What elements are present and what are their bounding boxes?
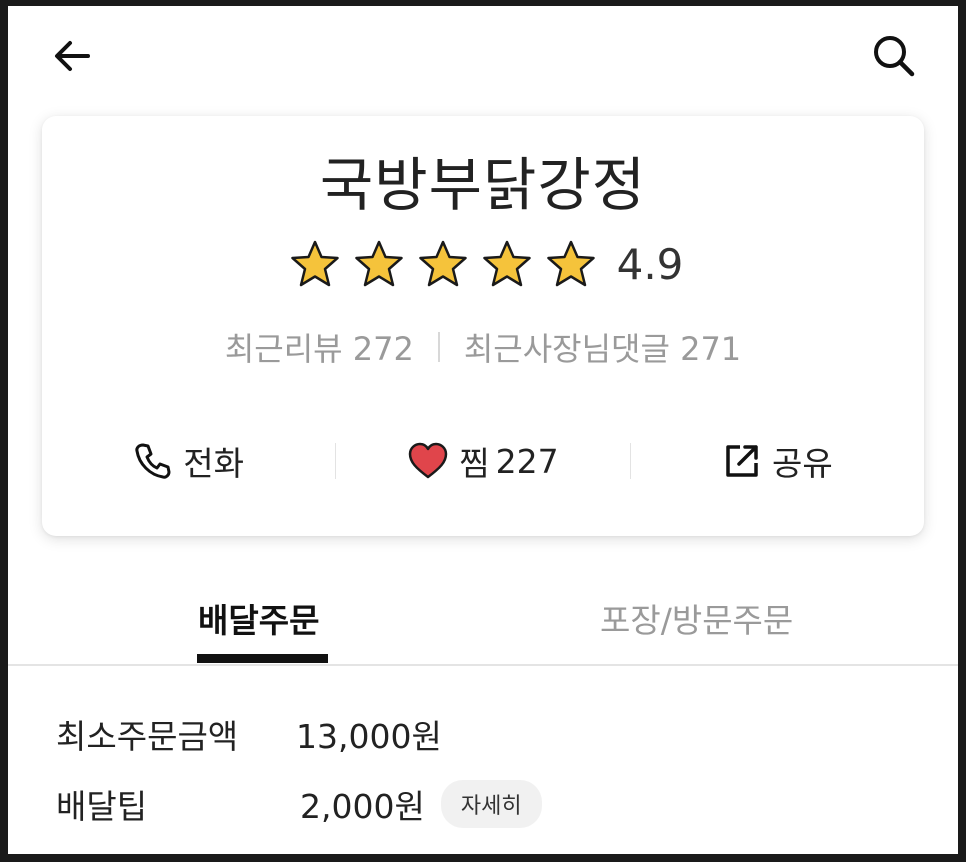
- share-label: 공유: [771, 444, 833, 483]
- tab-pickup[interactable]: 포장/방문주문: [600, 594, 793, 642]
- star-icon: [482, 240, 531, 287]
- star-icon: [546, 240, 595, 287]
- star-icon: [418, 240, 467, 287]
- like-label: 찜: [459, 444, 490, 483]
- delivery-tip-row: 배달팁 2,000원 자세히: [56, 780, 542, 828]
- top-bar: [8, 6, 958, 106]
- delivery-tip-label: 배달팁: [56, 787, 148, 826]
- rating-row: 4.9: [42, 234, 924, 294]
- delivery-tip-value: 2,000원: [300, 787, 425, 826]
- heart-icon: [409, 442, 448, 479]
- share-button[interactable]: 공유: [631, 424, 924, 498]
- search-icon: [874, 36, 915, 77]
- divider: [437, 332, 440, 362]
- store-actions: 전화 찜 227 공유: [42, 424, 924, 498]
- share-icon: [726, 445, 758, 477]
- like-count: 227: [495, 441, 559, 481]
- call-button[interactable]: 전화: [42, 424, 335, 498]
- back-button[interactable]: [42, 26, 102, 86]
- call-label: 전화: [183, 444, 245, 483]
- owner-replies-link[interactable]: 최근사장님댓글 271: [464, 324, 741, 370]
- rating-value: 4.9: [616, 239, 684, 289]
- review-summary: 최근리뷰 272 최근사장님댓글 271: [42, 324, 924, 370]
- back-arrow-icon: [55, 41, 90, 71]
- min-order-label: 최소주문금액: [56, 717, 239, 756]
- active-tab-indicator: [197, 654, 328, 663]
- store-name: 국방부닭강정: [319, 151, 647, 219]
- star-icon: [290, 240, 339, 287]
- min-order-row: 최소주문금액 13,000원: [56, 710, 442, 758]
- order-type-tabs: 배달주문 포장/방문주문: [8, 566, 958, 666]
- search-button[interactable]: [864, 26, 924, 86]
- star-icon: [354, 240, 403, 287]
- recent-reviews-link[interactable]: 최근리뷰 272: [225, 324, 414, 370]
- delivery-tip-detail-button[interactable]: 자세히: [440, 780, 542, 828]
- phone-icon: [135, 443, 171, 479]
- min-order-value: 13,000원: [296, 717, 442, 756]
- like-button[interactable]: 찜 227: [336, 424, 629, 498]
- app-screen: 국방부닭강정 4.9 최근리뷰 272 최근사장님댓글 271 전화 찜 227…: [8, 6, 958, 854]
- store-info-card: 국방부닭강정 4.9 최근리뷰 272 최근사장님댓글 271 전화 찜 227…: [42, 116, 924, 536]
- tab-delivery[interactable]: 배달주문: [198, 594, 319, 642]
